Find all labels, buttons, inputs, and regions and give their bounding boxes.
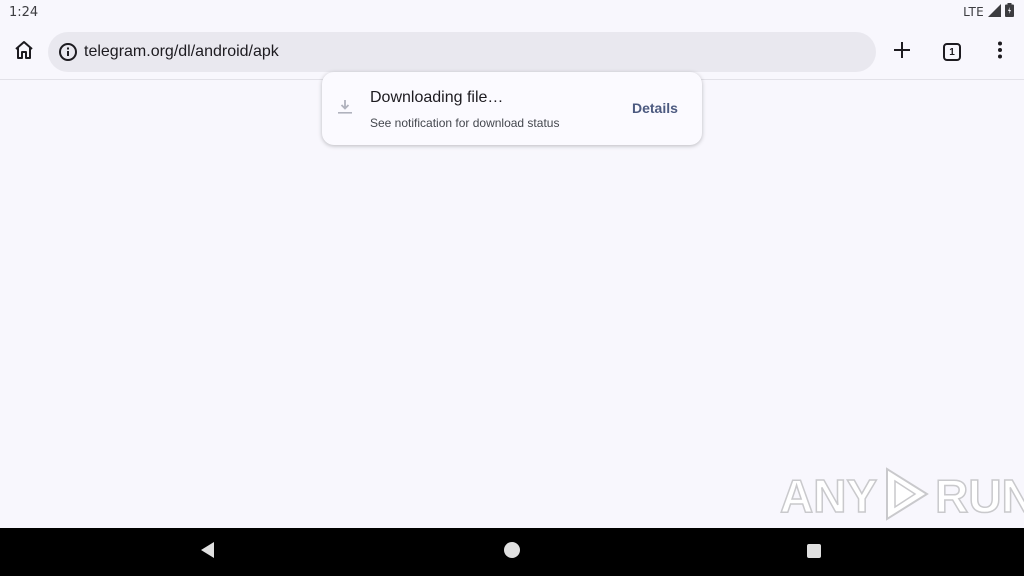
system-home-button[interactable] [492,532,532,572]
overflow-menu-button[interactable] [980,32,1020,72]
back-button[interactable] [188,532,228,572]
new-tab-button[interactable] [882,32,922,72]
url-text[interactable]: telegram.org/dl/android/apk [84,43,279,61]
status-indicators: LTE [963,3,1014,21]
tab-count: 1 [943,43,961,61]
more-vert-icon [997,41,1003,63]
download-toast: Downloading file… See notification for d… [322,72,702,145]
toast-subtitle: See notification for download status [370,116,560,130]
play-logo-icon [881,465,931,527]
info-icon[interactable] [54,38,82,66]
battery-icon [1005,3,1014,21]
details-button[interactable]: Details [628,98,682,120]
home-button[interactable] [4,32,44,72]
watermark-text-right: RUN [934,469,1024,523]
recents-button[interactable] [794,532,834,572]
toast-title: Downloading file… [370,89,504,106]
plus-icon [893,41,911,63]
address-bar[interactable]: telegram.org/dl/android/apk [48,32,876,72]
watermark-text-left: ANY [779,469,878,523]
signal-icon [988,3,1001,21]
back-triangle-icon [200,542,216,562]
tab-switcher-button[interactable]: 1 [932,32,972,72]
download-icon [336,98,354,120]
system-navigation-bar [0,528,1024,576]
home-icon [14,40,34,64]
status-bar: 1:24 LTE [0,0,1024,24]
anyrun-watermark: ANY RUN [779,465,1024,527]
network-type: LTE [963,5,984,19]
status-time: 1:24 [9,4,39,20]
home-circle-icon [504,542,520,562]
recents-square-icon [807,543,821,562]
